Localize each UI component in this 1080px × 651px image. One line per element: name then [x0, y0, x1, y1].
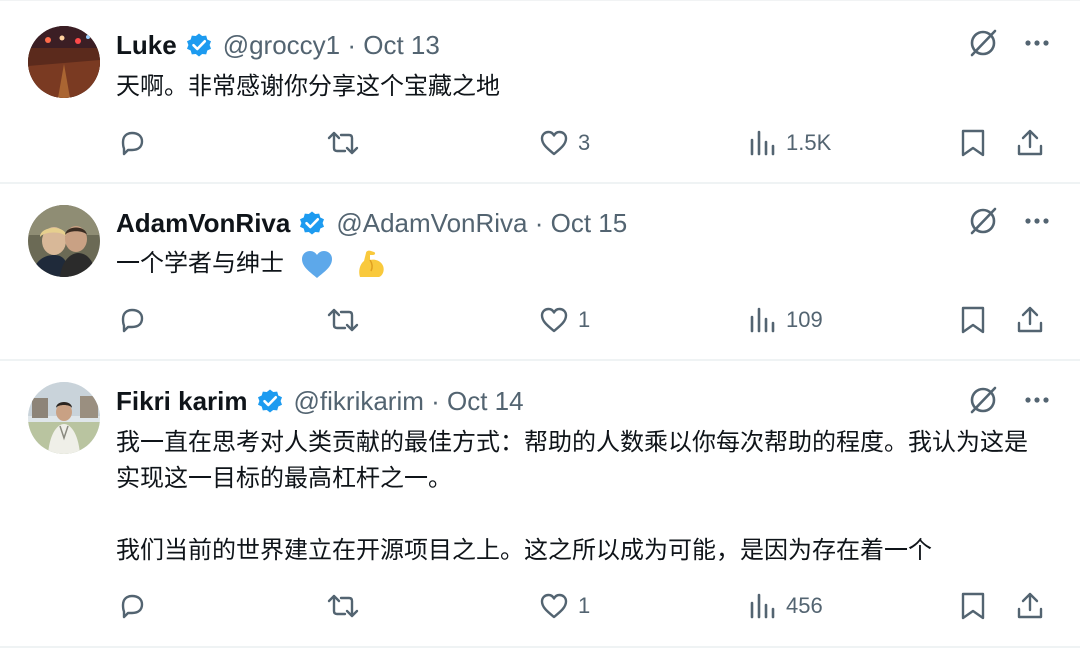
repost-button[interactable]: [326, 584, 360, 628]
tweet-text: 一个学者与绅士: [116, 245, 1046, 281]
bookmark-button[interactable]: [958, 121, 988, 165]
display-name[interactable]: Fikri karim: [116, 386, 248, 417]
share-icon: [1014, 590, 1046, 622]
tweet-corner-actions: [968, 206, 1050, 236]
tweet-paragraph: 我们当前的世界建立在开源项目之上。这之所以成为可能，是因为存在着一个: [116, 536, 932, 564]
share-button[interactable]: [1014, 584, 1046, 628]
tweet-header: Luke @groccy1 · Oct 13: [116, 25, 440, 65]
avatar[interactable]: [28, 205, 100, 277]
repost-button[interactable]: [326, 121, 360, 165]
bookmark-button[interactable]: [958, 298, 988, 342]
views-chart-icon: [748, 304, 778, 336]
share-button[interactable]: [1014, 298, 1046, 342]
view-count: 456: [786, 593, 823, 618]
view-count: 1.5K: [786, 130, 832, 155]
views-chart-icon: [748, 127, 778, 159]
tweet-corner-actions: [968, 28, 1050, 58]
tweet-1[interactable]: Luke @groccy1 · Oct 13 天啊。非常感谢你分享这个宝藏之地: [0, 0, 1080, 183]
like-count: 3: [578, 130, 591, 155]
handle-and-date[interactable]: @groccy1 · Oct 13: [223, 30, 440, 61]
flexed-biceps-icon: [354, 247, 388, 281]
reply-button[interactable]: [116, 121, 148, 165]
like-count: 1: [578, 593, 591, 618]
reply-button[interactable]: [116, 584, 148, 628]
views-chart-icon: [748, 590, 778, 622]
share-icon: [1014, 304, 1046, 336]
repost-icon: [326, 590, 360, 622]
reply-icon: [116, 127, 148, 159]
views-button[interactable]: 456: [748, 584, 823, 628]
like-button[interactable]: 3: [538, 121, 590, 165]
tweet-text: 我一直在思考对人类贡献的最佳方式：帮助的人数乘以你每次帮助的程度。我认为这是实现…: [116, 424, 1036, 568]
tweet-divider: [0, 646, 1080, 648]
views-button[interactable]: 1.5K: [748, 121, 831, 165]
verified-badge-icon: [256, 387, 284, 415]
more-options-icon[interactable]: [1024, 217, 1050, 225]
display-name[interactable]: Luke: [116, 30, 177, 61]
views-button[interactable]: 109: [748, 298, 823, 342]
grok-icon[interactable]: [968, 28, 998, 58]
more-options-icon[interactable]: [1024, 396, 1050, 404]
handle-and-date[interactable]: @fikrikarim · Oct 14: [294, 386, 524, 417]
tweet-text: 天啊。非常感谢你分享这个宝藏之地: [116, 68, 1046, 104]
handle-and-date[interactable]: @AdamVonRiva · Oct 15: [336, 208, 627, 239]
avatar[interactable]: [28, 382, 100, 454]
bookmark-icon: [958, 304, 988, 336]
tweet-paragraph: 我一直在思考对人类贡献的最佳方式：帮助的人数乘以你每次帮助的程度。我认为这是实现…: [116, 428, 1028, 492]
like-count: 1: [578, 307, 591, 332]
reply-icon: [116, 304, 148, 336]
tweet-2[interactable]: AdamVonRiva @AdamVonRiva · Oct 15 一个学者与绅…: [0, 183, 1080, 360]
bookmark-button[interactable]: [958, 584, 988, 628]
bookmark-icon: [958, 127, 988, 159]
like-button[interactable]: 1: [538, 298, 590, 342]
tweet-paragraph: 天啊。非常感谢你分享这个宝藏之地: [116, 72, 500, 100]
avatar[interactable]: [28, 26, 100, 98]
tweet-corner-actions: [968, 385, 1050, 415]
tweet-3[interactable]: Fikri karim @fikrikarim · Oct 14 我一直在思考对…: [0, 360, 1080, 646]
tweet-text-content: 一个学者与绅士: [116, 249, 284, 277]
share-icon: [1014, 127, 1046, 159]
heart-icon: [538, 127, 570, 159]
verified-badge-icon: [185, 31, 213, 59]
bookmark-icon: [958, 590, 988, 622]
share-button[interactable]: [1014, 121, 1046, 165]
repost-icon: [326, 127, 360, 159]
grok-icon[interactable]: [968, 206, 998, 236]
display-name[interactable]: AdamVonRiva: [116, 208, 290, 239]
more-options-icon[interactable]: [1024, 39, 1050, 47]
reply-icon: [116, 590, 148, 622]
reply-button[interactable]: [116, 298, 148, 342]
repost-button[interactable]: [326, 298, 360, 342]
reply-feed: Luke @groccy1 · Oct 13 天啊。非常感谢你分享这个宝藏之地: [0, 0, 1080, 651]
action-bar: 1 109: [0, 298, 1080, 342]
heart-icon: [538, 590, 570, 622]
like-button[interactable]: 1: [538, 584, 590, 628]
tweet-paragraph: 一个学者与绅士: [116, 245, 1046, 281]
repost-icon: [326, 304, 360, 336]
grok-icon[interactable]: [968, 385, 998, 415]
tweet-header: Fikri karim @fikrikarim · Oct 14: [116, 381, 524, 421]
heart-icon: [538, 304, 570, 336]
view-count: 109: [786, 307, 823, 332]
tweet-header: AdamVonRiva @AdamVonRiva · Oct 15: [116, 203, 627, 243]
blue-heart-icon: [300, 249, 334, 279]
action-bar: 3 1.5K: [0, 121, 1080, 165]
verified-badge-icon: [298, 209, 326, 237]
action-bar: 1 456: [0, 584, 1080, 628]
